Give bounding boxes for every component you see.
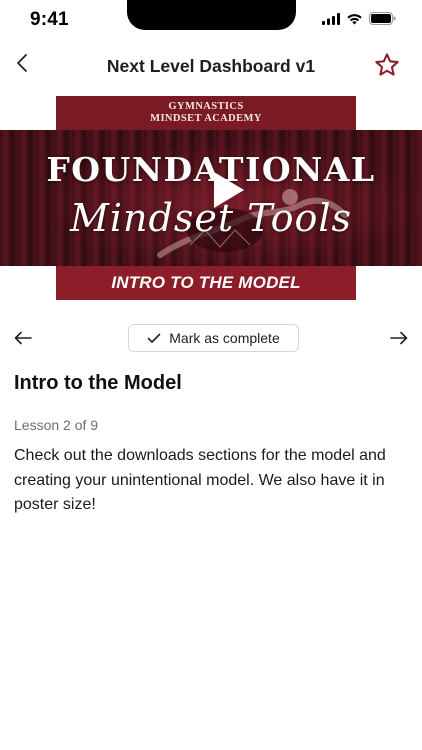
- lesson-description: Check out the downloads sections for the…: [14, 447, 386, 513]
- favorite-button[interactable]: [372, 50, 402, 80]
- back-button[interactable]: [8, 48, 36, 78]
- previous-lesson-button[interactable]: [10, 324, 36, 352]
- status-bar: 9:41: [0, 0, 422, 40]
- arrow-left-icon: [14, 331, 32, 345]
- nav-bar: Next Level Dashboard v1: [0, 44, 422, 88]
- play-icon[interactable]: [208, 168, 248, 212]
- academy-line-2: MINDSET ACADEMY: [150, 113, 262, 124]
- wifi-icon: [347, 13, 362, 24]
- next-lesson-button[interactable]: [386, 324, 412, 352]
- academy-line-1: GYMNASTICS: [168, 101, 244, 112]
- status-icons: [322, 12, 396, 25]
- mark-complete-button[interactable]: Mark as complete: [128, 324, 299, 352]
- signal-icon: [322, 12, 340, 25]
- arrow-right-icon: [390, 331, 408, 345]
- lesson-video[interactable]: GYMNASTICS MINDSET ACADEMY FOUNDATIONAL …: [0, 96, 422, 300]
- academy-logo-text: GYMNASTICS MINDSET ACADEMY: [56, 101, 356, 125]
- device-notch: [127, 0, 296, 30]
- battery-icon: [369, 12, 396, 25]
- lesson-count: Lesson 2 of 9: [14, 417, 99, 433]
- status-time: 9:41: [30, 9, 69, 30]
- video-banner-text: INTRO TO THE MODEL: [111, 273, 301, 292]
- lesson-navigation: Mark as complete: [0, 322, 422, 354]
- video-header-band: GYMNASTICS MINDSET ACADEMY: [56, 96, 356, 130]
- video-thumbnail: FOUNDATIONAL Mindset Tools: [0, 130, 422, 266]
- checkmark-icon: [147, 333, 161, 343]
- video-banner-band: INTRO TO THE MODEL: [56, 266, 356, 300]
- chevron-left-icon: [17, 54, 27, 72]
- lesson-title: Intro to the Model: [14, 372, 182, 394]
- mark-complete-label: Mark as complete: [169, 330, 280, 346]
- page-title: Next Level Dashboard v1: [106, 56, 316, 76]
- star-outline-icon: [375, 53, 399, 76]
